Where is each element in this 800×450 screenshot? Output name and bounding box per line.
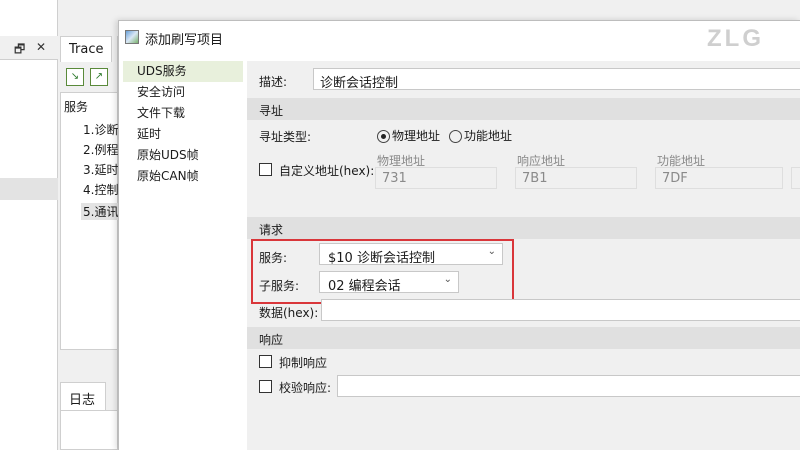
verify-response-label: 校验响应:	[279, 381, 332, 395]
verify-response-input[interactable]	[337, 375, 800, 397]
functional-address-input[interactable]: 7DF	[655, 167, 783, 189]
radio-physical[interactable]: 物理地址	[377, 127, 440, 144]
tab-log[interactable]: 日志	[60, 382, 106, 410]
addressing-section: 寻址	[247, 98, 800, 120]
radio-button-checked[interactable]	[377, 130, 390, 143]
annotation-highlight-box	[251, 239, 514, 304]
verify-response-checkbox[interactable]	[259, 380, 272, 393]
request-section: 请求	[247, 217, 800, 239]
list-item-raw-can[interactable]: 原始CAN帧	[123, 166, 243, 187]
custom-address-checkbox[interactable]	[259, 163, 272, 176]
tree-item-selected[interactable]: 5.通讯	[81, 203, 119, 220]
tree-header: 服务	[64, 100, 89, 114]
custom-address-label: 自定义地址(hex):	[279, 164, 375, 178]
list-item-security-access[interactable]: 安全访问	[123, 82, 243, 103]
selected-row[interactable]	[0, 178, 58, 200]
dialog-title-bar[interactable]: 添加刷写项目 ZLG	[119, 21, 800, 53]
close-icon[interactable]: ✕	[36, 40, 46, 54]
left-panel	[0, 0, 58, 450]
app-icon	[125, 30, 139, 44]
dialog-title: 添加刷写项目	[145, 33, 224, 48]
list-item-raw-uds[interactable]: 原始UDS帧	[123, 145, 243, 166]
tree-item[interactable]: 4.控制	[83, 181, 119, 198]
suppress-response-label: 抑制响应	[279, 356, 328, 370]
tree-item[interactable]: 2.例程	[83, 141, 119, 158]
suppress-response-checkbox[interactable]	[259, 355, 272, 368]
item-settings-form: 描述: 诊断会话控制 寻址 寻址类型: 物理地址 功能地址 自定义地址(hex)…	[247, 61, 800, 450]
restore-icon[interactable]: 🗗	[14, 40, 25, 61]
description-label: 描述:	[259, 75, 288, 89]
log-panel	[60, 410, 118, 450]
data-hex-label: 数据(hex):	[259, 306, 319, 320]
add-flash-item-dialog: 添加刷写项目 ZLG UDS服务 安全访问 文件下载 延时 原始UDS帧 原始C…	[118, 20, 800, 450]
export-icon[interactable]: ↗	[90, 68, 108, 86]
item-type-list: UDS服务 安全访问 文件下载 延时 原始UDS帧 原始CAN帧	[123, 61, 243, 450]
radio-physical-label: 物理地址	[392, 129, 441, 143]
extra-address-input[interactable]	[791, 167, 800, 189]
radio-functional-label: 功能地址	[464, 129, 513, 143]
import-icon[interactable]: ↘	[66, 68, 84, 86]
response-address-input[interactable]: 7B1	[515, 167, 637, 189]
zlg-logo: ZLG	[707, 25, 764, 52]
addressing-type-label: 寻址类型:	[259, 130, 312, 144]
left-panel-header	[0, 36, 58, 60]
service-tree: 服务 1.诊断 2.例程 3.延时 4.控制 5.通讯	[60, 92, 119, 350]
tree-item[interactable]: 3.延时	[83, 161, 119, 178]
list-item-delay[interactable]: 延时	[123, 124, 243, 145]
list-item-uds-service[interactable]: UDS服务	[123, 61, 243, 82]
tab-trace[interactable]: Trace	[60, 36, 112, 62]
tree-item[interactable]: 1.诊断	[83, 121, 119, 138]
list-item-file-download[interactable]: 文件下载	[123, 103, 243, 124]
physical-address-input[interactable]: 731	[375, 167, 497, 189]
description-input[interactable]: 诊断会话控制	[313, 68, 800, 90]
data-hex-input[interactable]	[321, 299, 800, 321]
radio-button[interactable]	[449, 130, 462, 143]
response-section: 响应	[247, 327, 800, 349]
radio-functional[interactable]: 功能地址	[449, 127, 512, 144]
